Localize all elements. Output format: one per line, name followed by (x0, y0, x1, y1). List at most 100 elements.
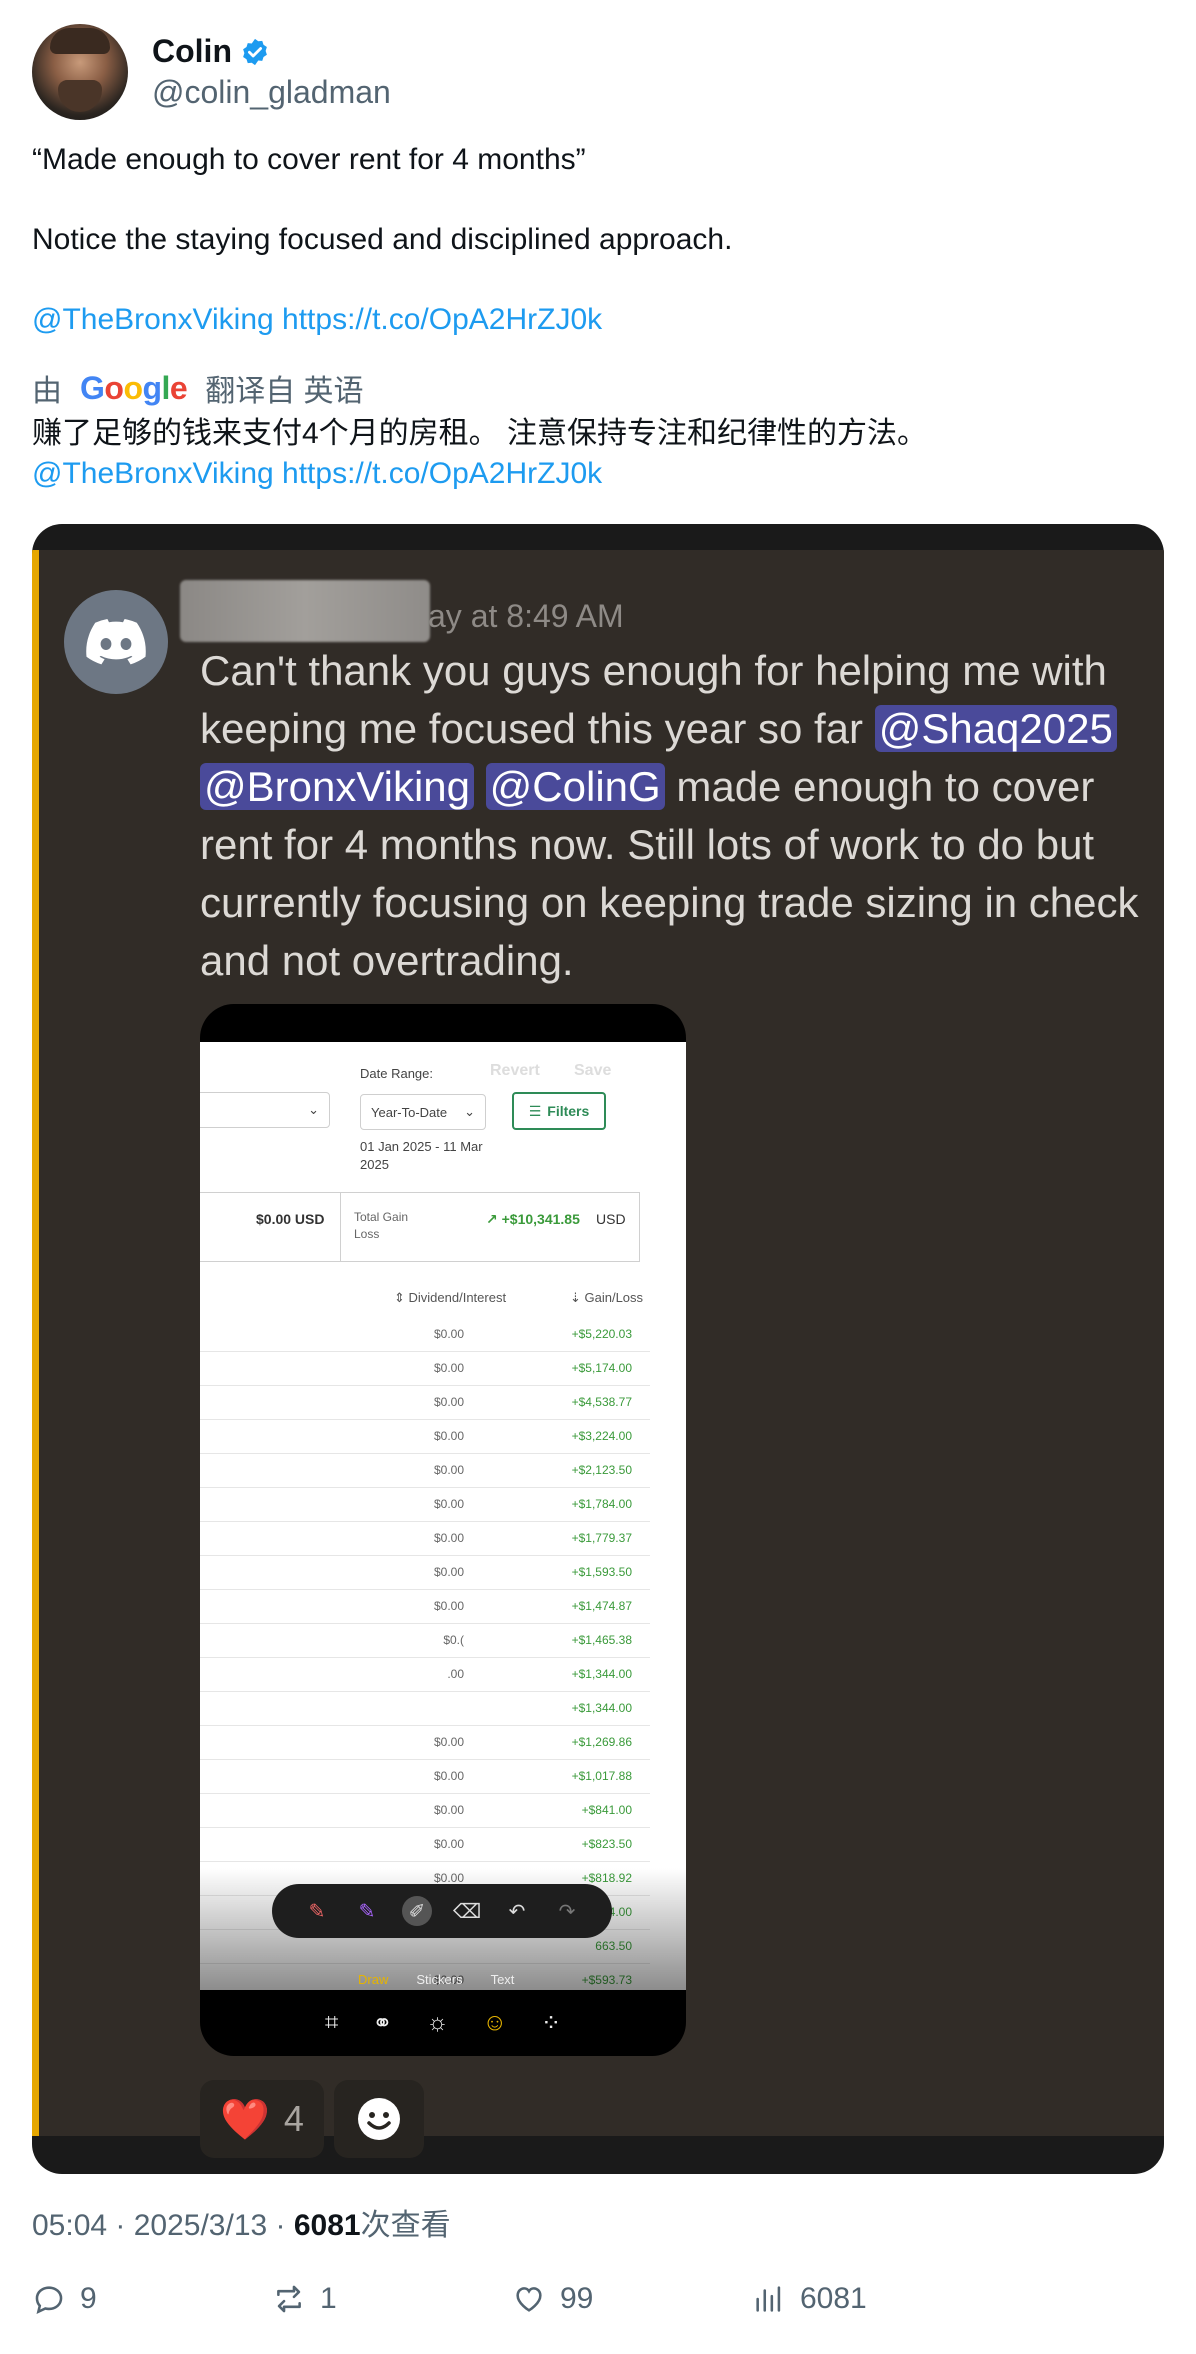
gain-cell: +$5,174.00 (571, 1361, 632, 1375)
repost-button[interactable]: 1 (272, 2282, 512, 2316)
gain-cell: +$823.50 (581, 1837, 632, 1851)
gain-cell: +$1,344.00 (571, 1701, 632, 1715)
brokerage-screen: ⌄ Date Range: Revert Save Year-To-Date ⌄ … (200, 1042, 686, 1990)
eraser-icon: ⌫ (452, 1900, 482, 1923)
gain-cell: +$1,344.00 (571, 1667, 632, 1681)
views-count: 6081 (800, 2282, 867, 2315)
save-label: Save (574, 1062, 612, 1079)
dividend-cell: $0.00 (433, 1497, 464, 1511)
table-row: $0.(+$1,465.38 (200, 1624, 650, 1658)
tweet-header: Colin @colin_gladman (32, 24, 391, 120)
highlight-bar (32, 550, 39, 2136)
table-row: $0.00 +$841.00 (200, 1794, 650, 1828)
discord-icon (64, 590, 168, 694)
table-row: $0.00 +$3,224.00 (200, 1420, 650, 1454)
tweet-time[interactable]: 05:04 · 2025/3/13 · (32, 2209, 294, 2242)
tweet-links: @TheBronxViking https://t.co/OpA2HrZJ0k (32, 300, 1162, 340)
gain-cell: +$1,474.87 (571, 1599, 632, 1613)
gain-cell: +$1,779.37 (571, 1531, 632, 1545)
date-range-text: 01 Jan 2025 - 11 Mar 2025 (360, 1139, 483, 1172)
reply-button[interactable]: 9 (32, 2282, 272, 2316)
table-row: $0.00 +$823.50 (200, 1828, 650, 1862)
url-link[interactable]: https://t.co/OpA2HrZJ0k (282, 303, 602, 336)
gain-cell: +$2,123.50 (571, 1463, 632, 1477)
phone-editor-footer: ⌗ ⚭ ☼ ☺ ⁘ (200, 1990, 686, 2056)
translated-mention-link[interactable]: @TheBronxViking (32, 457, 274, 490)
tab-stickers: Stickers (416, 1972, 463, 1987)
adjust-icon: ☼ (426, 2009, 449, 2036)
table-row: $0.00 +$1,017.88 (200, 1760, 650, 1794)
table-row: .00 +$1,344.00 (200, 1658, 650, 1692)
editor-tabs: Draw Stickers Text (200, 1972, 686, 1990)
heart-icon: ❤️ (220, 2097, 270, 2142)
author-handle[interactable]: @colin_gladman (152, 74, 391, 111)
avatar-beard (58, 80, 102, 112)
reply-count: 9 (80, 2282, 97, 2315)
summary-box: $0.00 USD Total Gain Loss ↗ +$10,341.85 … (200, 1192, 640, 1262)
crop-icon: ⌗ (324, 2009, 339, 2036)
translated-text: 赚了足够的钱来支付4个月的房租。 注意保持专注和纪律性的方法。 @TheBron… (32, 414, 927, 494)
table-row: $0.00 +$2,123.50 (200, 1454, 650, 1488)
views-icon (756, 2286, 781, 2312)
translated-url-link[interactable]: https://t.co/OpA2HrZJ0k (282, 457, 602, 490)
mention-link[interactable]: @TheBronxViking (32, 303, 274, 336)
tweet-body: “Made enough to cover rent for 4 months”… (32, 140, 1162, 380)
gain-cell: +$841.00 (581, 1803, 632, 1817)
table-row: $0.00 +$1,593.50 (200, 1556, 650, 1590)
summary-total-value: ↗ +$10,341.85 (486, 1211, 580, 1227)
translation-prefix: 由 (32, 375, 62, 408)
dividend-cell: $0.00 (433, 1599, 464, 1613)
table-row: $0.00 +$1,779.37 (200, 1522, 650, 1556)
translated-links: @TheBronxViking https://t.co/OpA2HrZJ0k (32, 454, 927, 494)
filters-button: ☰ Filters (512, 1092, 606, 1130)
dividend-cell: $0.00 (433, 1395, 464, 1409)
google-logo: Google (80, 369, 188, 406)
dividend-cell: $0.00 (433, 1327, 464, 1341)
avatar[interactable] (32, 24, 128, 120)
gain-cell: +$1,465.38 (571, 1633, 632, 1647)
date-range-label: Date Range: (360, 1066, 433, 1081)
redacted-username (180, 580, 430, 642)
discord-message-card: ay at 8:49 AM Can't thank you guys enoug… (32, 550, 1164, 2158)
views-button[interactable]: 6081 (752, 2282, 992, 2316)
translation-attribution: 由 Google 翻译自 英语 (32, 366, 364, 410)
dividend-cell: $0.00 (433, 1803, 464, 1817)
revert-label: Revert (490, 1062, 540, 1079)
gain-cell: +$3,224.00 (571, 1429, 632, 1443)
like-count: 99 (560, 2282, 594, 2315)
name-row: Colin (152, 33, 391, 70)
summary-label: Total Gain Loss (354, 1210, 409, 1241)
discord-mention-shaq: @Shaq2025 (874, 705, 1117, 752)
smiley-icon (358, 2098, 400, 2140)
verified-badge-icon (243, 38, 267, 65)
repost-icon (277, 2285, 301, 2313)
dividend-cell: $0.00 (433, 1463, 464, 1477)
undo-icon: ↶ (508, 1900, 526, 1923)
tweet-line-notice: Notice the staying focused and disciplin… (32, 223, 733, 256)
repost-count: 1 (320, 2282, 337, 2315)
dividend-cell: $0.00 (433, 1735, 464, 1749)
summary-left-value: $0.00 USD (256, 1211, 325, 1227)
filter-icon: ⚭ (372, 2009, 393, 2037)
like-button[interactable]: 99 (512, 2282, 752, 2316)
tab-text: Text (490, 1972, 515, 1987)
pen-purple-icon: ✎ (358, 1900, 376, 1923)
more-icon: ⁘ (541, 2009, 562, 2037)
dividend-cell: $0.00 (433, 1565, 464, 1579)
author-name[interactable]: Colin (152, 33, 232, 70)
discord-timestamp: ay at 8:49 AM (428, 598, 624, 634)
view-count: 6081 (293, 2209, 361, 2242)
draw-toolbar: ✎ ✎ ✐ ⌫ ↶ ↷ (272, 1884, 612, 1938)
pen-red-icon: ✎ (308, 1900, 326, 1923)
table-row: $0.00 +$1,474.87 (200, 1590, 650, 1624)
tweet-actions: 9 1 99 6081 (32, 2282, 1164, 2316)
avatar-hair (50, 28, 110, 54)
translation-suffix: 翻译自 英语 (205, 375, 364, 408)
reply-icon (35, 2286, 63, 2315)
col-gain-header: ⇣ Gain/Loss (570, 1290, 644, 1305)
attached-image[interactable]: ay at 8:49 AM Can't thank you guys enoug… (32, 524, 1164, 2174)
table-row: $0.00 +$5,174.00 (200, 1352, 650, 1386)
gain-cell: +$1,593.50 (571, 1565, 632, 1579)
account-select: ⌄ (200, 1092, 330, 1128)
tab-draw: Draw (358, 1972, 389, 1987)
